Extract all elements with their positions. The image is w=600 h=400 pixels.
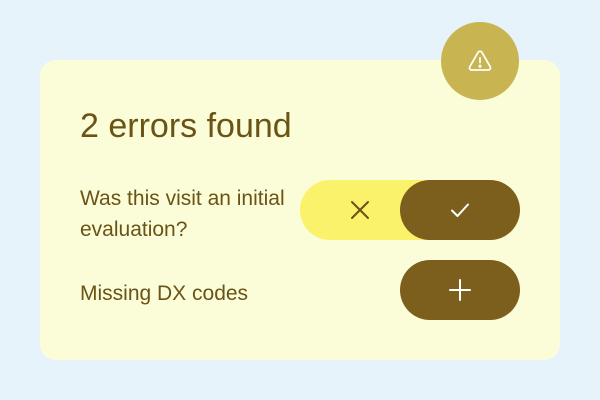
check-icon [449,199,471,221]
close-icon [349,199,371,221]
initial-evaluation-question: Was this visit an initial evaluation? [80,187,285,241]
add-dx-code-button[interactable] [400,260,520,320]
initial-evaluation-toggle [300,180,520,240]
warning-badge [441,22,519,100]
plus-icon [448,278,472,302]
error-count-title: 2 errors found [80,107,292,145]
warning-triangle-icon [467,48,493,74]
missing-dx-codes-label: Missing DX codes [80,282,249,305]
yes-option-button[interactable] [400,180,520,240]
